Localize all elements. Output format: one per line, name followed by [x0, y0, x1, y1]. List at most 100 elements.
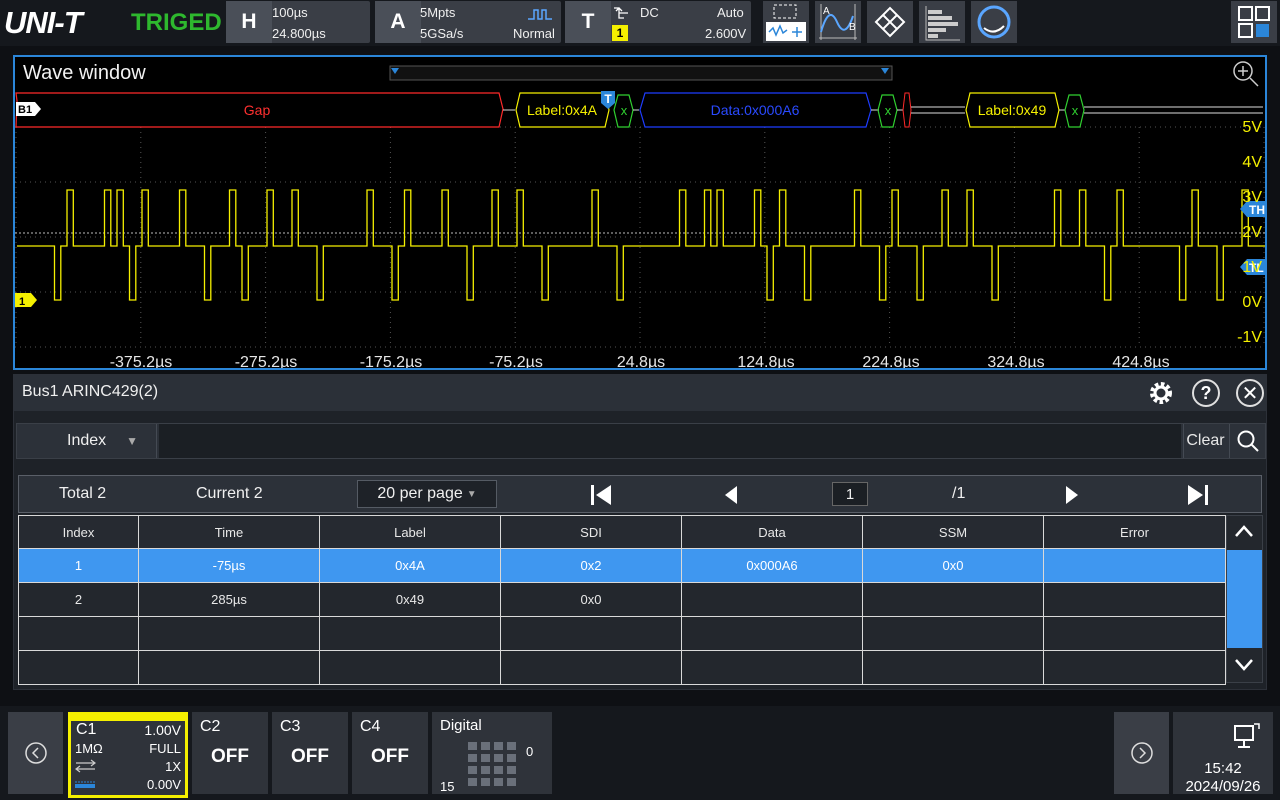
channel1-offset: 0.00V [147, 777, 181, 792]
per-page-select[interactable]: 20 per page ▼ [357, 480, 497, 508]
volt-label: -1V [1237, 329, 1262, 346]
scroll-channels-right-button[interactable] [1114, 712, 1169, 794]
table-cell [138, 616, 320, 651]
channel1-box[interactable]: C1 1.00V 1MΩ FULL 1X 0.00V [68, 712, 188, 798]
time-label: 324.8µs [987, 354, 1044, 368]
coupling-icon [75, 759, 96, 773]
close-panel-button[interactable]: ✕ [1236, 379, 1264, 407]
table-cell [1043, 548, 1226, 583]
table-body: 1 -75µs 0x4A 0x2 0x000A6 0x0 2 285µs 0x49 0x0 [18, 548, 1226, 685]
volt-label: 4V [1242, 154, 1262, 171]
trigger-sweep-value: Auto [717, 5, 744, 20]
cursor-measure-tool[interactable]: A B [815, 1, 861, 43]
measure-tool[interactable] [867, 1, 913, 43]
page-number[interactable]: 1 [832, 482, 868, 506]
horizontal-letter: H [226, 1, 272, 43]
channel2-box[interactable]: C2 OFF [192, 712, 268, 794]
table-cell: 2 [18, 582, 139, 617]
zoom-region-tool[interactable] [763, 1, 809, 43]
search-row: Index ▼ Clear [16, 423, 1266, 459]
decode-table: Index Time Label SDI Data SSM Error 1 -75µs 0x4A… [18, 515, 1226, 685]
channel1-marker-text: 1 [19, 296, 25, 308]
scroll-up-button[interactable] [1233, 523, 1255, 544]
column-header[interactable]: Index [18, 515, 139, 549]
search-field-dropdown[interactable]: Index ▼ [17, 424, 157, 458]
decode-x1-text: x [621, 103, 628, 118]
svg-text:A: A [823, 6, 830, 17]
first-page-button[interactable] [589, 484, 613, 506]
table-cell [862, 650, 1044, 685]
grid-layout-icon [1238, 6, 1270, 38]
column-header[interactable]: SDI [500, 515, 682, 549]
time-axis-labels: -375.2µs -275.2µs -175.2µs -75.2µs 24.8µs 124… [110, 354, 1170, 368]
scrollbar-thumb[interactable] [1227, 550, 1262, 648]
time-label: 224.8µs [862, 354, 919, 368]
trigger-source-badge: 1 [612, 25, 628, 41]
table-cell [1043, 582, 1226, 617]
settings-button[interactable] [1147, 379, 1175, 407]
search-input[interactable] [159, 424, 1181, 458]
digital-low-index: 0 [526, 744, 534, 759]
column-header[interactable]: Data [681, 515, 863, 549]
layout-menu-button[interactable] [1231, 1, 1277, 43]
volt-label: 2V [1242, 224, 1262, 241]
volt-label: 1V [1242, 259, 1262, 276]
decode-panel: Bus1 ARINC429(2) ? ✕ Index ▼ Clear Total… [13, 374, 1267, 690]
trigger-coupling-value: DC [640, 5, 659, 20]
search-tool[interactable] [971, 1, 1017, 43]
search-field-value: Index [67, 432, 107, 449]
histogram-tool[interactable] [919, 1, 965, 43]
volt-label: 0V [1242, 294, 1262, 311]
decode-label1-text: Label:0x4A [527, 102, 598, 118]
status-clock-box[interactable]: 15:42 2024/09/26 [1173, 712, 1273, 795]
trigger-position-text: T [604, 92, 612, 106]
acquire-menu-button[interactable]: A 5Mpts 5GSa/s Normal [375, 1, 561, 43]
svg-text:B: B [849, 22, 856, 33]
acquire-waveform-icon [528, 9, 552, 20]
table-cell: 0x000A6 [681, 548, 863, 583]
channel1-probe: 1X [165, 759, 181, 774]
digital-box[interactable]: Digital 0 15 [432, 712, 552, 794]
horizontal-menu-button[interactable]: H 100µs 24.800µs [226, 1, 370, 43]
first-page-icon [591, 485, 611, 505]
table-cell: 0x49 [319, 582, 501, 617]
last-page-button[interactable] [1186, 484, 1210, 506]
table-row[interactable] [18, 616, 1226, 651]
clear-button[interactable]: Clear [1183, 424, 1227, 458]
wave-window[interactable]: Wave window Gap Label:0x4A x Data:0x000A… [13, 55, 1267, 370]
top-bar: UNI-T TRIGED H 100µs 24.800µs A 5Mpts 5G… [0, 0, 1280, 46]
table-row[interactable]: 1 -75µs 0x4A 0x2 0x000A6 0x0 [18, 548, 1226, 583]
table-cell: 0x0 [862, 548, 1044, 583]
ruler-icon [874, 6, 906, 38]
column-header[interactable]: Error [1043, 515, 1226, 549]
table-cell [319, 616, 501, 651]
grid [15, 126, 1265, 348]
column-header[interactable]: SSM [862, 515, 1044, 549]
scroll-down-button[interactable] [1233, 657, 1255, 678]
next-page-button[interactable] [1064, 484, 1080, 506]
channel1-name: C1 [76, 721, 97, 738]
digital-channels-icon [468, 742, 516, 786]
table-row[interactable]: 2 285µs 0x49 0x0 [18, 582, 1226, 617]
horizontal-position-value: 24.800µs [272, 26, 326, 41]
table-cell [18, 650, 139, 685]
trigger-menu-button[interactable]: T DC Auto 1 2.600V [565, 1, 751, 43]
decode-label2-text: Label:0x49 [978, 102, 1047, 118]
scroll-channels-left-button[interactable] [8, 712, 63, 794]
channel1-color-icon [75, 781, 95, 788]
table-row[interactable] [18, 650, 1226, 685]
column-header[interactable]: Label [319, 515, 501, 549]
channel3-box[interactable]: C3 OFF [272, 712, 348, 794]
channel1-impedance: 1MΩ [75, 741, 103, 756]
column-header[interactable]: Time [138, 515, 320, 549]
search-button[interactable] [1229, 424, 1265, 458]
gear-icon [1150, 382, 1172, 404]
clock-time: 15:42 [1204, 760, 1242, 777]
previous-page-button[interactable] [723, 484, 739, 506]
circle-chevron-left-icon [24, 742, 47, 764]
network-icon [1234, 723, 1260, 748]
time-label: 424.8µs [1112, 354, 1169, 368]
channel4-box[interactable]: C4 OFF [352, 712, 428, 794]
help-button[interactable]: ? [1192, 379, 1220, 407]
table-cell [138, 650, 320, 685]
